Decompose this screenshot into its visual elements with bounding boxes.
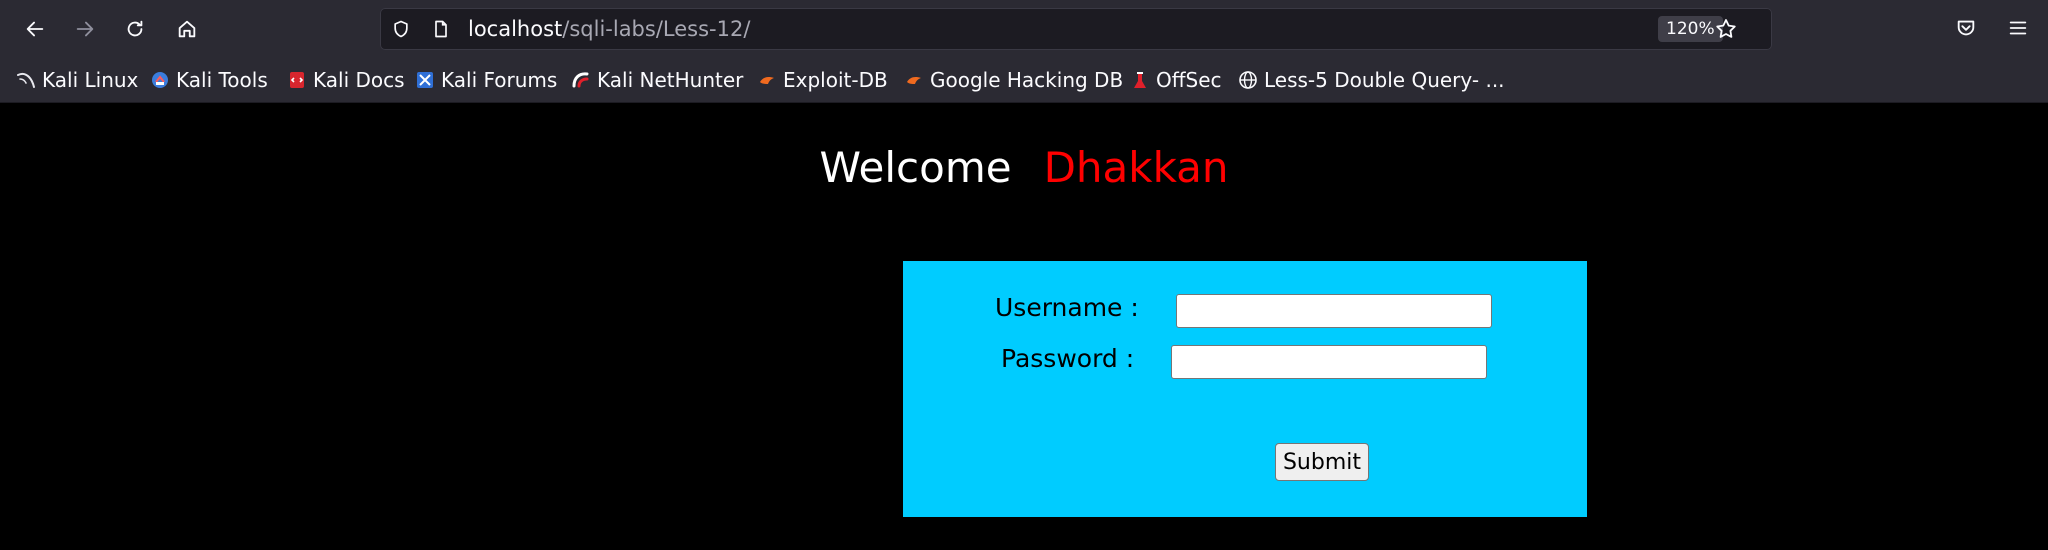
- home-icon: [178, 20, 196, 38]
- bookmark-label: OffSec: [1156, 68, 1222, 92]
- zoom-indicator[interactable]: 120%: [1658, 16, 1723, 42]
- bookmarks-toolbar: Kali Linux Kali Tools Kali Docs Kali For…: [0, 58, 2048, 103]
- username-label: Username :: [995, 293, 1139, 322]
- home-button[interactable]: [170, 12, 204, 46]
- bookmark-kali-tools[interactable]: Kali Tools: [150, 66, 268, 94]
- bookmark-label: Kali NetHunter: [597, 68, 744, 92]
- login-form: Username : Password : Submit: [903, 261, 1587, 517]
- password-input[interactable]: [1171, 345, 1487, 379]
- page-content: Welcome Dhakkan Username : Password : Sub…: [0, 103, 2048, 550]
- url-host: localhost: [468, 17, 563, 41]
- back-button[interactable]: [18, 12, 52, 46]
- page-icon[interactable]: [430, 18, 452, 40]
- bookmark-label: Google Hacking DB: [930, 68, 1124, 92]
- password-label: Password :: [1001, 344, 1135, 373]
- reload-button[interactable]: [118, 12, 152, 46]
- offsec-icon: [1130, 70, 1150, 90]
- hamburger-menu-icon: [2009, 21, 2027, 35]
- bookmark-less-5[interactable]: Less-5 Double Query- ...: [1238, 66, 1505, 94]
- bookmark-kali-nethunter[interactable]: Kali NetHunter: [571, 66, 743, 94]
- bookmark-exploit-db[interactable]: Exploit-DB: [757, 66, 888, 94]
- kali-forums-icon: [415, 70, 435, 90]
- url-bar[interactable]: localhost/sqli-labs/Less-12/ 120%: [380, 8, 1772, 50]
- arrow-right-icon: [76, 21, 94, 37]
- url-path: /sqli-labs/Less-12/: [562, 17, 751, 41]
- bookmark-star-button[interactable]: [1714, 17, 1738, 41]
- kali-dragon-icon: [16, 70, 36, 90]
- submit-button[interactable]: Submit: [1275, 443, 1369, 481]
- url-text[interactable]: localhost/sqli-labs/Less-12/: [468, 8, 750, 50]
- bookmark-offsec[interactable]: OffSec: [1130, 66, 1222, 94]
- bookmark-label: Kali Linux: [42, 68, 139, 92]
- kali-tools-icon: [150, 70, 170, 90]
- bookmark-label: Kali Docs: [313, 68, 405, 92]
- reload-icon: [127, 20, 143, 37]
- app-menu-button[interactable]: [2004, 14, 2032, 42]
- welcome-word: Welcome: [819, 143, 1012, 192]
- bookmark-label: Exploit-DB: [783, 68, 888, 92]
- ghdb-icon: [904, 70, 924, 90]
- welcome-name: Dhakkan: [1043, 143, 1229, 192]
- star-icon: [1716, 19, 1736, 38]
- kali-docs-icon: [287, 70, 307, 90]
- pocket-button[interactable]: [1952, 14, 1980, 42]
- bookmark-label: Kali Forums: [441, 68, 558, 92]
- bookmark-google-hacking-db[interactable]: Google Hacking DB: [904, 66, 1123, 94]
- bookmark-kali-docs[interactable]: Kali Docs: [287, 66, 405, 94]
- welcome-heading: Welcome Dhakkan: [0, 143, 2048, 192]
- bookmark-kali-forums[interactable]: Kali Forums: [415, 66, 557, 94]
- bookmark-label: Less-5 Double Query- ...: [1264, 68, 1505, 92]
- browser-toolbar: localhost/sqli-labs/Less-12/ 120%: [0, 0, 2048, 58]
- shield-icon[interactable]: [390, 18, 412, 40]
- username-input[interactable]: [1176, 294, 1492, 328]
- bookmark-label: Kali Tools: [176, 68, 268, 92]
- forward-button[interactable]: [68, 12, 102, 46]
- exploit-db-icon: [757, 70, 777, 90]
- arrow-left-icon: [26, 21, 44, 37]
- kali-nethunter-icon: [571, 70, 591, 90]
- pocket-icon: [1957, 20, 1975, 36]
- bookmark-kali-linux[interactable]: Kali Linux: [16, 66, 138, 94]
- globe-icon: [1238, 70, 1258, 90]
